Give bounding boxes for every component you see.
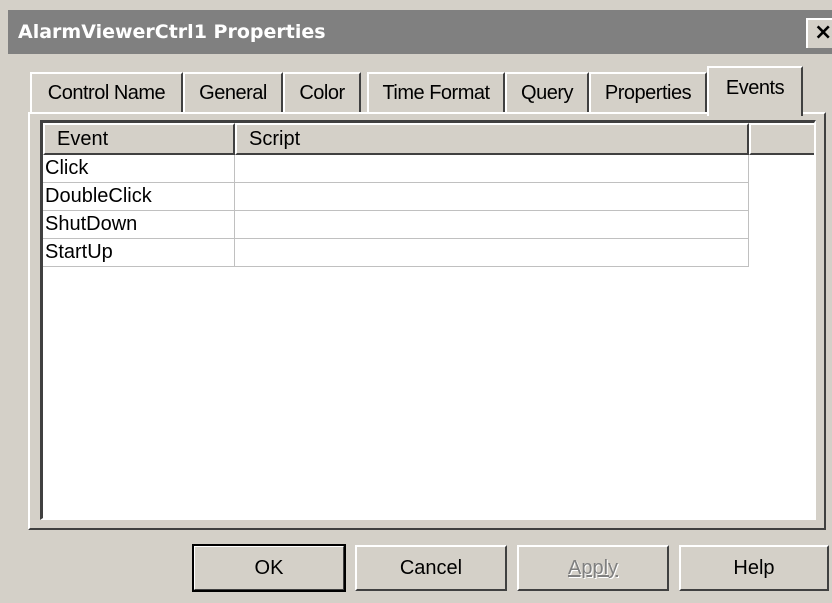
tab-general[interactable]: General (183, 72, 283, 112)
column-header-script[interactable]: Script (235, 123, 749, 155)
tab-events[interactable]: Events (707, 66, 803, 116)
title-bar[interactable]: AlarmViewerCtrl1 Properties × (8, 10, 832, 54)
ok-button[interactable]: OK (192, 544, 346, 592)
event-cell[interactable]: ShutDown (43, 211, 235, 239)
event-cell[interactable]: Click (43, 155, 235, 183)
tab-strip: Control Name General Color Time Format Q… (30, 66, 820, 116)
event-cell[interactable]: StartUp (43, 239, 235, 267)
table-row[interactable]: DoubleClick (43, 183, 749, 211)
window-title: AlarmViewerCtrl1 Properties (18, 21, 326, 43)
help-button[interactable]: Help (679, 545, 829, 591)
tab-color[interactable]: Color (283, 72, 361, 112)
table-row[interactable]: ShutDown (43, 211, 749, 239)
grid-header: Event Script (43, 123, 814, 155)
column-header-filler (749, 123, 814, 155)
table-row[interactable]: StartUp (43, 239, 749, 267)
event-cell[interactable]: DoubleClick (43, 183, 235, 211)
script-cell[interactable] (235, 155, 749, 183)
close-icon: × (814, 20, 832, 45)
tab-properties[interactable]: Properties (589, 72, 707, 112)
close-button[interactable]: × (806, 18, 832, 48)
script-cell[interactable] (235, 183, 749, 211)
tab-control-name[interactable]: Control Name (30, 72, 183, 112)
tab-query[interactable]: Query (505, 72, 589, 112)
apply-button[interactable]: Apply (517, 545, 669, 591)
script-cell[interactable] (235, 239, 749, 267)
cancel-button[interactable]: Cancel (355, 545, 507, 591)
events-grid: Event Script Click DoubleClick ShutDown … (40, 120, 816, 520)
script-cell[interactable] (235, 211, 749, 239)
tab-time-format[interactable]: Time Format (367, 72, 505, 112)
properties-dialog: AlarmViewerCtrl1 Properties × Control Na… (0, 0, 832, 603)
apply-button-label: Apply (567, 556, 619, 579)
column-header-event[interactable]: Event (43, 123, 235, 155)
table-row[interactable]: Click (43, 155, 749, 183)
